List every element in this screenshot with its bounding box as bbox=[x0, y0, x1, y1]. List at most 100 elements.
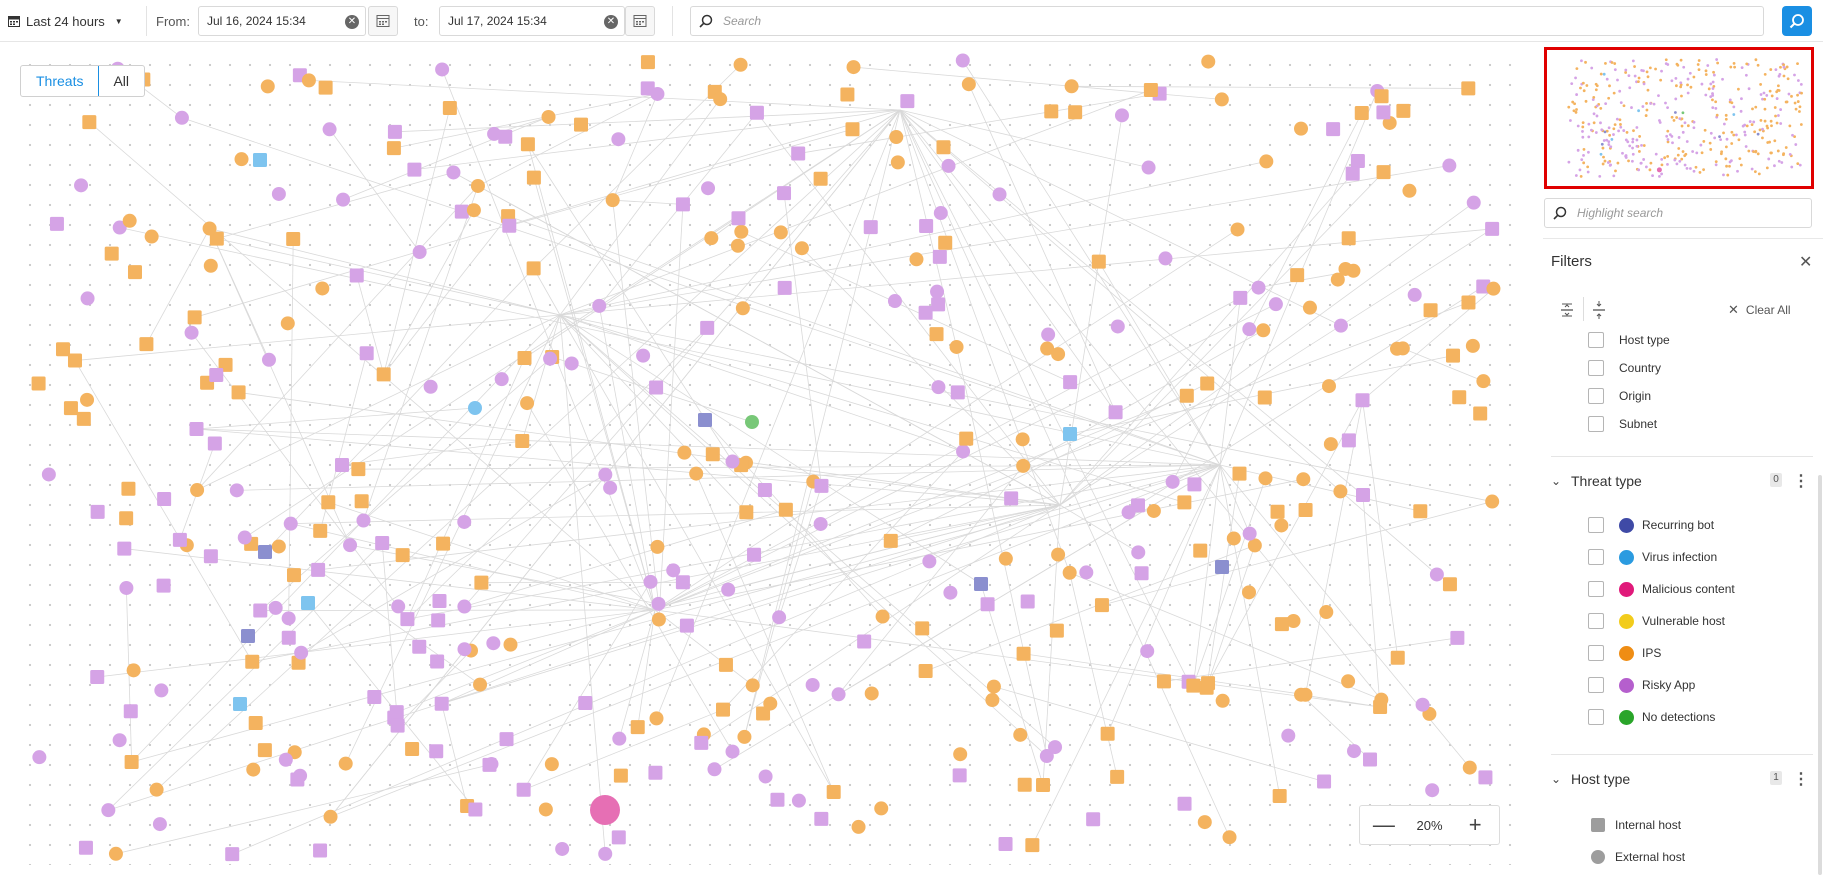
graph-node-ips[interactable] bbox=[630, 720, 645, 735]
graph-node-risky-app[interactable] bbox=[1356, 488, 1371, 503]
graph-node-ips[interactable] bbox=[1396, 103, 1411, 118]
graph-node-risky-app[interactable] bbox=[432, 594, 447, 609]
graph-node-ips[interactable] bbox=[1193, 543, 1208, 558]
graph-node-ips[interactable] bbox=[737, 729, 752, 744]
graph-node-risky-app[interactable] bbox=[998, 836, 1013, 851]
graph-node-risky-app[interactable] bbox=[725, 454, 740, 469]
graph-node-risky-app[interactable] bbox=[502, 218, 517, 233]
graph-node-risky-app[interactable] bbox=[919, 219, 934, 234]
graph-node-risky-app[interactable] bbox=[612, 731, 627, 746]
graph-node-risky-app[interactable] bbox=[578, 696, 593, 711]
graph-node-ips[interactable] bbox=[1242, 585, 1257, 600]
graph-node-ips[interactable] bbox=[1390, 650, 1405, 665]
graph-node-risky-app[interactable] bbox=[731, 211, 746, 226]
graph-node-ips[interactable] bbox=[883, 533, 898, 548]
threat-filter-malicious-content[interactable]: Malicious content bbox=[1588, 580, 1735, 598]
graph-node-risky-app[interactable] bbox=[814, 478, 829, 493]
graph-node-risky-app[interactable] bbox=[1363, 752, 1378, 767]
graph-node-ips[interactable] bbox=[1200, 376, 1215, 391]
graph-node-ips[interactable] bbox=[520, 137, 535, 152]
highlight-search-input[interactable]: Highlight search bbox=[1544, 198, 1812, 228]
graph-node-ips[interactable] bbox=[538, 802, 553, 817]
graph-node-ips[interactable] bbox=[959, 431, 974, 446]
graph-node-ips[interactable] bbox=[405, 742, 420, 757]
graph-node-risky-app[interactable] bbox=[482, 757, 497, 772]
graph-node-ips[interactable] bbox=[1257, 390, 1272, 405]
threat-filter-risky-app[interactable]: Risky App bbox=[1588, 676, 1695, 694]
graph-node-risky-app[interactable] bbox=[931, 380, 946, 395]
graph-node-risky-app[interactable] bbox=[1141, 160, 1156, 175]
checkbox[interactable] bbox=[1588, 709, 1604, 725]
clear-from-icon[interactable]: ✕ bbox=[345, 15, 359, 29]
graph-node-ips[interactable] bbox=[1156, 674, 1171, 689]
graph-node-risky-app[interactable] bbox=[1346, 744, 1361, 759]
graph-node-no-detection[interactable] bbox=[745, 415, 759, 429]
graph-node-ips[interactable] bbox=[122, 213, 137, 228]
graph-node-risky-app[interactable] bbox=[335, 457, 350, 472]
graph-node-risky-app[interactable] bbox=[430, 654, 445, 669]
graph-node-risky-app[interactable] bbox=[283, 516, 298, 531]
graph-node-ips[interactable] bbox=[985, 693, 1000, 708]
graph-node-risky-app[interactable] bbox=[956, 444, 971, 459]
graph-node-risky-app[interactable] bbox=[229, 483, 244, 498]
graph-node-risky-app[interactable] bbox=[791, 793, 806, 808]
graph-node-ips[interactable] bbox=[1025, 838, 1040, 853]
graph-node-risky-app[interactable] bbox=[701, 181, 716, 196]
graph-node-ips[interactable] bbox=[1442, 577, 1457, 592]
graph-node-risky-app[interactable] bbox=[1020, 594, 1035, 609]
graph-node-risky-app[interactable] bbox=[757, 483, 772, 498]
graph-node-ips[interactable] bbox=[1110, 769, 1125, 784]
graph-node-virus[interactable] bbox=[233, 697, 247, 711]
graph-node-risky-app[interactable] bbox=[900, 94, 915, 109]
graph-node-ips[interactable] bbox=[1452, 390, 1467, 405]
graph-node-risky-app[interactable] bbox=[49, 216, 64, 231]
search-input[interactable]: Search bbox=[690, 6, 1764, 36]
graph-node-ips[interactable] bbox=[67, 353, 82, 368]
graph-node-risky-app[interactable] bbox=[101, 803, 116, 818]
checkbox[interactable] bbox=[1588, 581, 1604, 597]
graph-node-ips[interactable] bbox=[1473, 406, 1488, 421]
host-filter-external[interactable]: External host bbox=[1591, 848, 1685, 866]
graph-node-risky-app[interactable] bbox=[391, 599, 406, 614]
graph-node-ips[interactable] bbox=[1462, 760, 1477, 775]
graph-node-risky-app[interactable] bbox=[157, 491, 172, 506]
graph-node-ips[interactable] bbox=[315, 281, 330, 296]
graph-node-risky-app[interactable] bbox=[90, 669, 105, 684]
graph-node-ips[interactable] bbox=[605, 193, 620, 208]
graph-node-risky-app[interactable] bbox=[80, 291, 95, 306]
graph-node-ips[interactable] bbox=[1461, 81, 1476, 96]
graph-node-malicious[interactable] bbox=[590, 795, 620, 825]
graph-node-ips[interactable] bbox=[938, 235, 953, 250]
graph-node-ips[interactable] bbox=[301, 73, 316, 88]
graph-node-ips[interactable] bbox=[1354, 106, 1369, 121]
graph-node-risky-app[interactable] bbox=[1140, 644, 1155, 659]
graph-node-risky-app[interactable] bbox=[32, 750, 47, 765]
to-calendar-button[interactable] bbox=[625, 6, 655, 36]
graph-node-risky-app[interactable] bbox=[189, 421, 204, 436]
graph-node-ips[interactable] bbox=[1298, 503, 1313, 518]
graph-node-bot[interactable] bbox=[698, 413, 712, 427]
to-date-field[interactable]: Jul 17, 2024 15:34 ✕ bbox=[439, 6, 625, 36]
graph-node-risky-app[interactable] bbox=[313, 843, 328, 858]
graph-node-risky-app[interactable] bbox=[725, 744, 740, 759]
graph-node-ips[interactable] bbox=[466, 203, 481, 218]
graph-minimap[interactable] bbox=[1544, 47, 1814, 189]
graph-node-ips[interactable] bbox=[1461, 295, 1476, 310]
graph-node-ips[interactable] bbox=[1298, 687, 1313, 702]
group-option-country[interactable]: Country bbox=[1588, 359, 1661, 377]
graph-node-ips[interactable] bbox=[929, 327, 944, 342]
graph-node-risky-app[interactable] bbox=[359, 346, 374, 361]
graph-node-risky-app[interactable] bbox=[955, 53, 970, 68]
graph-node-ips[interactable] bbox=[689, 466, 704, 481]
graph-node-risky-app[interactable] bbox=[457, 599, 472, 614]
graph-node-risky-app[interactable] bbox=[857, 634, 872, 649]
graph-node-ips[interactable] bbox=[953, 747, 968, 762]
graph-node-ips[interactable] bbox=[1486, 281, 1501, 296]
graph-node-ips[interactable] bbox=[31, 376, 46, 391]
graph-node-risky-app[interactable] bbox=[950, 385, 965, 400]
graph-node-ips[interactable] bbox=[875, 609, 890, 624]
graph-node-risky-app[interactable] bbox=[932, 249, 947, 264]
graph-node-ips[interactable] bbox=[313, 523, 328, 538]
graph-node-ips[interactable] bbox=[1274, 518, 1289, 533]
graph-node-ips[interactable] bbox=[1290, 268, 1305, 283]
